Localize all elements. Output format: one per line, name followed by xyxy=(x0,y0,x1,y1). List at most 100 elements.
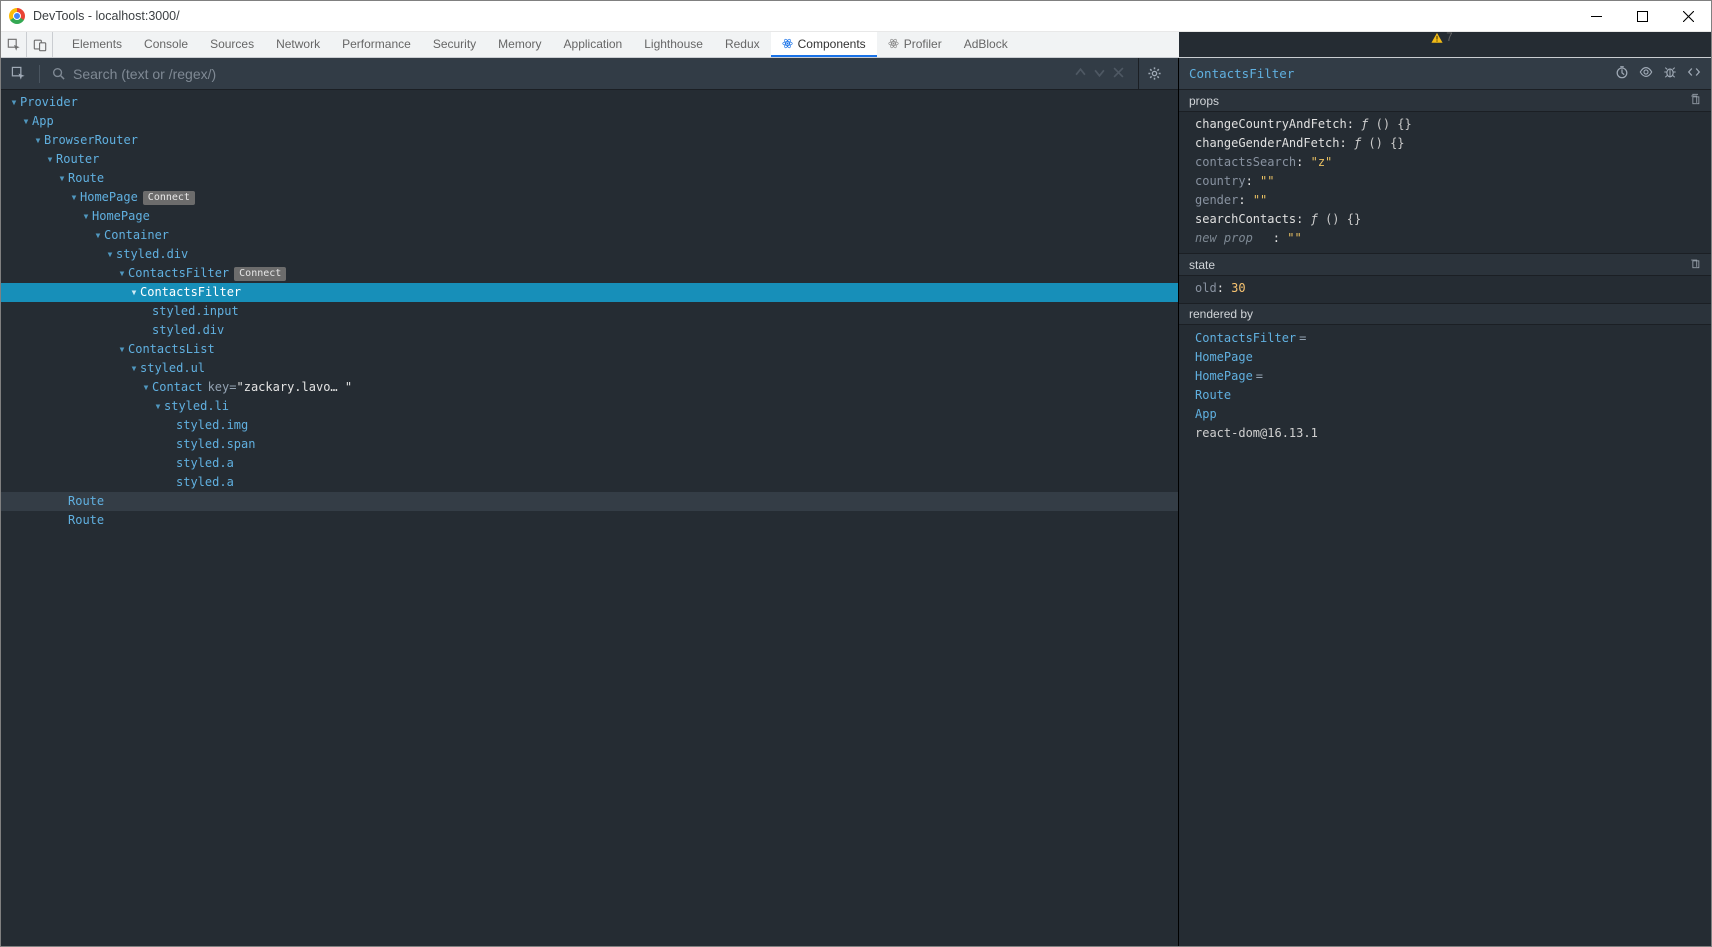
tree-row[interactable]: ▾Router xyxy=(1,150,1178,169)
component-name: styled.a xyxy=(176,456,234,470)
tree-row[interactable]: ▾BrowserRouter xyxy=(1,131,1178,150)
renderedby-link[interactable]: App xyxy=(1195,405,1711,424)
tab-memory[interactable]: Memory xyxy=(487,32,552,57)
prop-row[interactable]: gender: "" xyxy=(1195,191,1711,210)
tab-security[interactable]: Security xyxy=(422,32,487,57)
warnings-number: 7 xyxy=(1446,32,1452,44)
window-minimize-button[interactable] xyxy=(1573,1,1619,32)
tree-row[interactable]: ▾Container xyxy=(1,226,1178,245)
search-input[interactable] xyxy=(71,65,1067,83)
select-element-in-page-icon[interactable] xyxy=(9,65,27,83)
tree-row[interactable]: ▾styled.div xyxy=(1,245,1178,264)
component-search[interactable] xyxy=(52,65,1067,83)
component-name: Route xyxy=(68,513,104,527)
tab-application[interactable]: Application xyxy=(553,32,634,57)
copy-props-button[interactable] xyxy=(1689,93,1701,108)
renderedby-link[interactable]: Route xyxy=(1195,386,1711,405)
state-section-header: state xyxy=(1179,253,1711,276)
window-titlebar: DevTools - localhost:3000/ xyxy=(1,1,1711,32)
hoc-badge: Connect xyxy=(143,191,195,205)
component-tree[interactable]: ▾Provider▾App▾BrowserRouter▾Router▾Route… xyxy=(1,90,1178,946)
tab-sources[interactable]: Sources xyxy=(199,32,265,57)
tree-row[interactable]: ▾ContactsFilterConnect xyxy=(1,264,1178,283)
tree-row[interactable]: ▾HomePage xyxy=(1,207,1178,226)
renderedby-link[interactable]: HomePage= xyxy=(1195,367,1711,386)
tab-network[interactable]: Network xyxy=(265,32,331,57)
tab-label: Network xyxy=(276,37,320,51)
tree-row[interactable]: Route xyxy=(1,511,1178,530)
component-name: Router xyxy=(56,152,99,166)
renderedby-link[interactable]: ContactsFilter= xyxy=(1195,329,1711,348)
renderedby-name: Route xyxy=(1195,388,1231,402)
inspect-element-button[interactable] xyxy=(1,32,27,57)
tree-row[interactable]: styled.a xyxy=(1,473,1178,492)
tree-row[interactable]: styled.span xyxy=(1,435,1178,454)
prop-key: searchContacts xyxy=(1195,212,1296,226)
tree-row[interactable]: ▾ContactsList xyxy=(1,340,1178,359)
state-row[interactable]: old: 30 xyxy=(1195,279,1711,298)
tree-row[interactable]: ▾HomePageConnect xyxy=(1,188,1178,207)
components-settings-button[interactable] xyxy=(1138,58,1170,90)
component-name: styled.ul xyxy=(140,361,205,375)
tree-row[interactable]: ▾Route xyxy=(1,169,1178,188)
tree-row[interactable]: ▾styled.ul xyxy=(1,359,1178,378)
new-prop-label: new prop xyxy=(1195,231,1253,245)
suspend-icon[interactable] xyxy=(1615,65,1629,82)
tab-profiler[interactable]: Profiler xyxy=(877,32,953,57)
new-prop-value[interactable]: "" xyxy=(1287,231,1301,245)
prop-row[interactable]: contactsSearch: "z" xyxy=(1195,153,1711,172)
component-name: HomePage xyxy=(92,209,150,223)
window-close-button[interactable] xyxy=(1665,1,1711,32)
tab-adblock[interactable]: AdBlock xyxy=(953,32,1019,57)
tree-row[interactable]: ▾Contactkey="zackary.lavo… " xyxy=(1,378,1178,397)
renderedby-list[interactable]: ContactsFilter=HomePageHomePage=RouteApp… xyxy=(1179,325,1711,447)
prop-row[interactable]: searchContacts: ƒ () {} xyxy=(1195,210,1711,229)
inspector-header: ContactsFilter xyxy=(1179,58,1711,90)
tab-performance[interactable]: Performance xyxy=(331,32,422,57)
renderedby-link[interactable]: HomePage xyxy=(1195,348,1711,367)
device-toolbar-button[interactable] xyxy=(27,32,53,57)
debug-icon[interactable] xyxy=(1663,65,1677,82)
tree-row[interactable]: styled.a xyxy=(1,454,1178,473)
prop-row[interactable]: changeCountryAndFetch: ƒ () {} xyxy=(1195,115,1711,134)
tree-row[interactable]: ▾App xyxy=(1,112,1178,131)
prop-key: contactsSearch xyxy=(1195,155,1296,169)
tab-lighthouse[interactable]: Lighthouse xyxy=(633,32,714,57)
component-name: styled.div xyxy=(152,323,224,337)
tree-row[interactable]: styled.div xyxy=(1,321,1178,340)
highlight-icon[interactable] xyxy=(1639,65,1653,82)
copy-state-button[interactable] xyxy=(1689,257,1701,272)
props-list[interactable]: changeCountryAndFetch: ƒ () {}changeGend… xyxy=(1179,112,1711,253)
component-name: Route xyxy=(68,494,104,508)
renderedby-name: HomePage xyxy=(1195,369,1253,383)
tree-row[interactable]: ▾ContactsFilter xyxy=(1,283,1178,302)
view-source-icon[interactable] xyxy=(1687,65,1701,82)
warnings-count[interactable]: 7 xyxy=(1431,32,1452,44)
prop-row[interactable]: changeGenderAndFetch: ƒ () {} xyxy=(1195,134,1711,153)
tree-row[interactable]: styled.img xyxy=(1,416,1178,435)
tree-row[interactable]: styled.input xyxy=(1,302,1178,321)
prop-row[interactable]: country: "" xyxy=(1195,172,1711,191)
window-maximize-button[interactable] xyxy=(1619,1,1665,32)
search-next-button[interactable] xyxy=(1094,67,1105,81)
window-title: DevTools - localhost:3000/ xyxy=(33,9,180,23)
tab-components[interactable]: Components xyxy=(771,32,877,57)
tree-row[interactable]: ▾Provider xyxy=(1,93,1178,112)
react-dom-version: react-dom@16.13.1 xyxy=(1195,424,1711,443)
tab-console[interactable]: Console xyxy=(133,32,199,57)
tab-redux[interactable]: Redux xyxy=(714,32,771,57)
new-prop-row[interactable]: new prop: "" xyxy=(1195,229,1711,248)
tree-row[interactable]: Route xyxy=(1,492,1178,511)
search-clear-button[interactable] xyxy=(1113,67,1124,81)
tab-elements[interactable]: Elements xyxy=(61,32,133,57)
state-list[interactable]: old: 30 xyxy=(1179,276,1711,303)
tree-row[interactable]: ▾styled.li xyxy=(1,397,1178,416)
state-key: old xyxy=(1195,281,1217,295)
component-name: Provider xyxy=(20,95,78,109)
react-icon xyxy=(782,38,793,49)
component-name: ContactsFilter xyxy=(128,266,229,280)
renderedby-name: ContactsFilter xyxy=(1195,331,1296,345)
tab-label: Security xyxy=(433,37,476,51)
component-name: styled.li xyxy=(164,399,229,413)
search-prev-button[interactable] xyxy=(1075,67,1086,81)
